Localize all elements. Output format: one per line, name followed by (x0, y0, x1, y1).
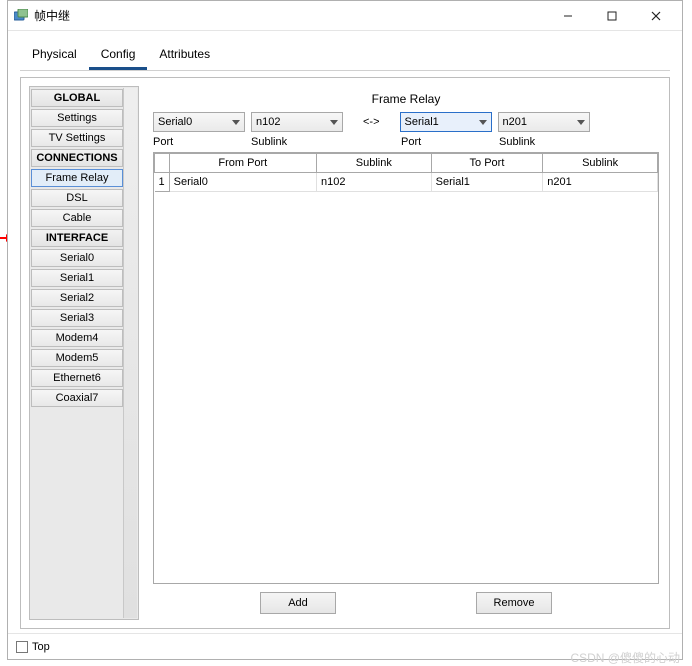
sidebar-item-cable[interactable]: Cable (31, 209, 123, 227)
bidir-label: <-> (349, 116, 394, 128)
sidebar-item-modem5[interactable]: Modem5 (31, 349, 123, 367)
sidebar: GLOBAL Settings TV Settings CONNECTIONS … (29, 86, 139, 620)
footer: Top (8, 633, 682, 659)
sidebar-item-dsl[interactable]: DSL (31, 189, 123, 207)
tab-config[interactable]: Config (89, 41, 148, 70)
to-sublink-select[interactable]: n201 (498, 112, 590, 132)
from-port-select[interactable]: Serial0 (153, 112, 245, 132)
label-sublink-left: Sublink (251, 136, 349, 148)
sidebar-item-serial3[interactable]: Serial3 (31, 309, 123, 327)
col-sublink2[interactable]: Sublink (543, 154, 658, 173)
col-sublink1[interactable]: Sublink (316, 154, 431, 173)
label-sublink-right: Sublink (499, 136, 597, 148)
sidebar-item-serial1[interactable]: Serial1 (31, 269, 123, 287)
remove-button[interactable]: Remove (476, 592, 552, 614)
sidebar-item-serial2[interactable]: Serial2 (31, 289, 123, 307)
sidebar-scrollbar[interactable] (123, 88, 137, 618)
col-to-port[interactable]: To Port (431, 154, 543, 173)
add-button[interactable]: Add (260, 592, 336, 614)
col-rownum (155, 154, 170, 173)
label-port-left: Port (153, 136, 251, 148)
app-window: 帧中继 Physical Config Attributes GLOBAL Se… (7, 0, 683, 660)
from-sublink-select[interactable]: n102 (251, 112, 343, 132)
maximize-button[interactable] (590, 2, 634, 30)
tab-bar: Physical Config Attributes (20, 41, 670, 71)
mapping-table: From Port Sublink To Port Sublink 1 Seri… (153, 152, 659, 584)
sidebar-item-serial0[interactable]: Serial0 (31, 249, 123, 267)
sidebar-item-settings[interactable]: Settings (31, 109, 123, 127)
app-icon (14, 9, 28, 23)
sidebar-header-interface: INTERFACE (31, 229, 123, 247)
tab-physical[interactable]: Physical (20, 41, 89, 70)
table-row[interactable]: 1 Serial0 n102 Serial1 n201 (155, 173, 658, 192)
to-port-select[interactable]: Serial1 (400, 112, 492, 132)
top-label: Top (32, 641, 50, 653)
col-from-port[interactable]: From Port (169, 154, 316, 173)
sidebar-item-modem4[interactable]: Modem4 (31, 329, 123, 347)
window-title: 帧中继 (34, 7, 546, 24)
sidebar-item-ethernet6[interactable]: Ethernet6 (31, 369, 123, 387)
close-button[interactable] (634, 2, 678, 30)
sidebar-item-coaxial7[interactable]: Coaxial7 (31, 389, 123, 407)
minimize-button[interactable] (546, 2, 590, 30)
label-port-right: Port (401, 136, 499, 148)
sidebar-header-connections: CONNECTIONS (31, 149, 123, 167)
sidebar-item-frame-relay[interactable]: Frame Relay (31, 169, 123, 187)
sidebar-item-tv-settings[interactable]: TV Settings (31, 129, 123, 147)
sidebar-header-global: GLOBAL (31, 89, 123, 107)
tab-attributes[interactable]: Attributes (147, 41, 222, 70)
top-checkbox[interactable] (16, 641, 28, 653)
titlebar: 帧中继 (8, 1, 682, 31)
annotation-arrow (0, 237, 7, 239)
panel-title: Frame Relay (153, 88, 659, 112)
